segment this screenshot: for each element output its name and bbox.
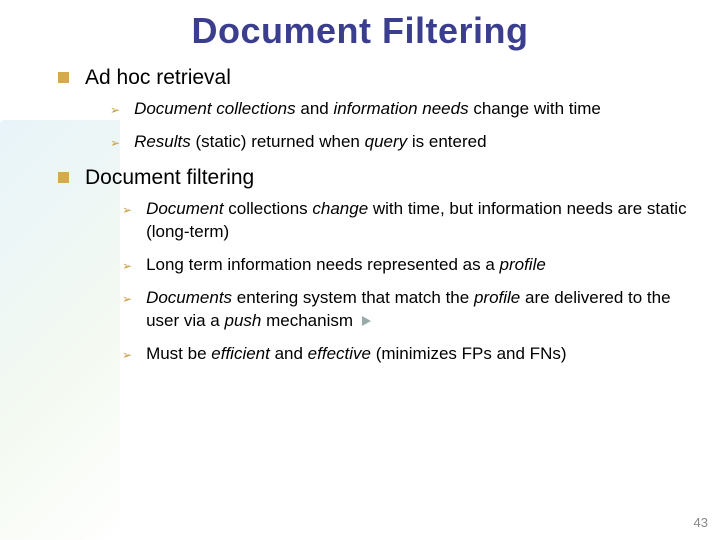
section-heading: Document filtering — [58, 166, 690, 190]
list-item-text: Results (static) returned when query is … — [134, 131, 486, 154]
triangle-bullet-icon: ➢ — [122, 202, 132, 218]
list-item: ➢ Document collections change with time,… — [122, 198, 690, 244]
list-item: ➢ Documents entering system that match t… — [122, 287, 690, 333]
section-heading-text: Ad hoc retrieval — [85, 66, 231, 90]
slide-container: Document Filtering Ad hoc retrieval ➢ Do… — [0, 0, 720, 366]
triangle-bullet-icon: ➢ — [122, 291, 132, 307]
list-item-text: Documents entering system that match the… — [146, 287, 690, 333]
triangle-bullet-icon: ➢ — [110, 135, 120, 151]
list-item: ➢ Long term information needs represente… — [122, 254, 690, 277]
triangle-bullet-icon: ➢ — [122, 258, 132, 274]
list-item: ➢ Results (static) returned when query i… — [110, 131, 690, 154]
slide-title: Document Filtering — [30, 10, 690, 52]
section-heading: Ad hoc retrieval — [58, 66, 690, 90]
page-number: 43 — [694, 515, 708, 530]
play-icon — [362, 316, 371, 326]
triangle-bullet-icon: ➢ — [110, 102, 120, 118]
list-item-text: Document collections change with time, b… — [146, 198, 690, 244]
list-item: ➢ Document collections and information n… — [110, 98, 690, 121]
square-bullet-icon — [58, 172, 69, 183]
square-bullet-icon — [58, 72, 69, 83]
list-item-text: Must be efficient and effective (minimiz… — [146, 343, 566, 366]
triangle-bullet-icon: ➢ — [122, 347, 132, 363]
list-item-text: Long term information needs represented … — [146, 254, 546, 277]
section-heading-text: Document filtering — [85, 166, 254, 190]
list-item: ➢ Must be efficient and effective (minim… — [122, 343, 690, 366]
list-item-text: Document collections and information nee… — [134, 98, 601, 121]
